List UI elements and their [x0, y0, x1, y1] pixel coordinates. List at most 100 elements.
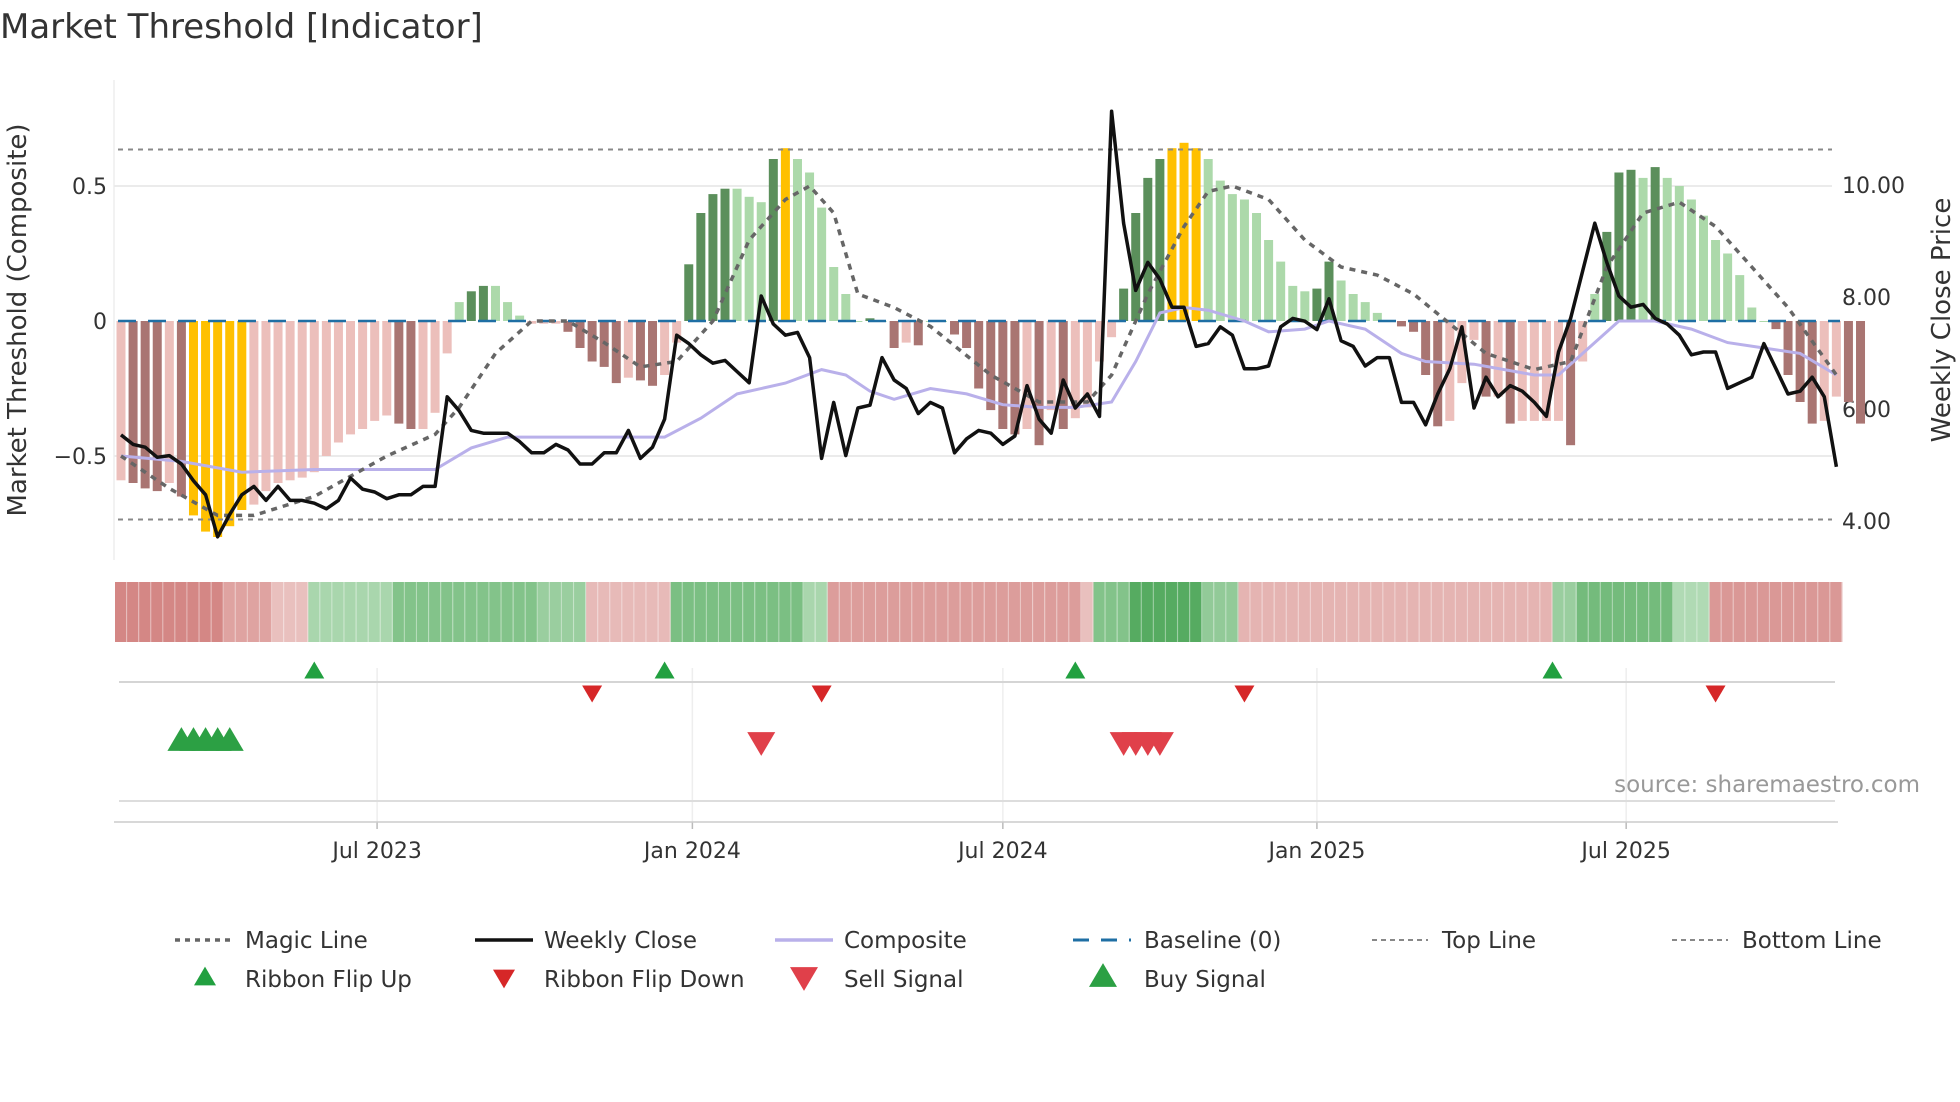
composite-bar	[974, 321, 984, 389]
ribbon-cell	[1745, 582, 1758, 642]
legend-label-top-line: Top Line	[1441, 928, 1536, 954]
composite-bar	[1107, 321, 1117, 338]
composite-bar	[623, 321, 633, 378]
composite-bar	[333, 321, 343, 443]
composite-bar	[1167, 148, 1177, 321]
legend-label-weekly-close: Weekly Close	[544, 928, 697, 954]
ribbon-cell	[272, 582, 285, 642]
ribbon-cell	[900, 582, 913, 642]
source-credit: source: sharemaestro.com	[1614, 772, 1920, 798]
ribbon-cell	[791, 582, 804, 642]
ytick-label: 0	[93, 310, 107, 335]
composite-bar	[370, 321, 380, 421]
ribbon-cell	[1069, 582, 1082, 642]
ribbon-cell	[743, 582, 756, 642]
ytick-label: −0.5	[54, 445, 107, 470]
xtick-label: Jan 2024	[642, 839, 741, 864]
composite-bar	[817, 207, 827, 321]
composite-bar	[152, 321, 162, 492]
composite-bar	[358, 321, 368, 429]
ribbon-cell	[211, 582, 224, 642]
ribbon-cell	[803, 582, 816, 642]
composite-bar	[684, 264, 694, 321]
composite-bar	[1227, 194, 1237, 321]
ribbon-cell	[851, 582, 864, 642]
ribbon-cell	[139, 582, 152, 642]
ribbon-cell	[1323, 582, 1336, 642]
ribbon-cell	[1455, 582, 1468, 642]
composite-bar	[140, 321, 150, 489]
composite-bar	[1626, 169, 1636, 321]
composite-bar	[962, 321, 972, 348]
ribbon-cell	[1733, 582, 1746, 642]
ribbon-cell	[1178, 582, 1191, 642]
ribbon-cell	[598, 582, 611, 642]
ribbon-cell	[1649, 582, 1662, 642]
composite-bar	[1686, 199, 1696, 321]
composite-bar	[587, 321, 597, 362]
composite-bar	[1058, 321, 1068, 429]
ribbon-cell	[1564, 582, 1577, 642]
ribbon-cell	[320, 582, 333, 642]
ribbon-cell	[706, 582, 720, 642]
market-threshold-chart: Market Threshold [Indicator] Market Thre…	[0, 7, 1957, 993]
composite-bar	[648, 321, 658, 386]
composite-bar	[261, 321, 271, 492]
ribbon-cell	[1709, 582, 1722, 642]
ribbon-cell	[1637, 582, 1650, 642]
composite-bar	[1843, 321, 1853, 402]
ribbon-cell	[1057, 582, 1070, 642]
ribbon-cell	[1407, 582, 1420, 642]
composite-bar	[237, 321, 247, 510]
composite-bar	[1433, 321, 1443, 427]
legend-label-magic-line: Magic Line	[245, 928, 368, 954]
composite-bar	[1191, 148, 1201, 321]
ribbon-flip-up-marker	[654, 661, 675, 679]
ribbon-cell	[453, 582, 466, 642]
composite-bar	[285, 321, 295, 481]
legend-buy-signal-icon	[1089, 963, 1117, 987]
ribbon-cell	[682, 582, 695, 642]
ribbon-cell	[960, 582, 973, 642]
ribbon-cell	[1310, 582, 1324, 642]
y2tick-label: 4.00	[1842, 510, 1891, 535]
composite-bar	[1119, 288, 1129, 321]
ribbon-cell	[972, 582, 985, 642]
composite-bar	[454, 302, 464, 321]
composite-bar	[1723, 253, 1733, 321]
composite-bar	[1493, 321, 1503, 397]
composite-bar	[442, 321, 452, 354]
y2tick-label: 8.00	[1842, 286, 1891, 311]
xtick-label: Jul 2025	[1579, 839, 1671, 864]
composite-bar	[1264, 240, 1274, 321]
ribbon-cell	[755, 582, 768, 642]
ribbon-cell	[1226, 582, 1239, 642]
composite-bar	[901, 321, 911, 343]
ribbon-cell	[984, 582, 997, 642]
composite-bar	[1638, 177, 1648, 321]
ribbon-cell	[1274, 582, 1287, 642]
composite-bar	[1409, 321, 1419, 332]
composite-bar	[1807, 321, 1817, 424]
composite-bar	[394, 321, 404, 424]
composite-bar	[1215, 180, 1225, 321]
composite-bar	[1711, 240, 1721, 321]
ribbon-cell	[417, 582, 430, 642]
ribbon-flip-down-marker	[582, 685, 603, 703]
ribbon-cell	[235, 582, 248, 642]
composite-bar	[1747, 307, 1757, 321]
ribbon-flip-up-marker	[1542, 661, 1563, 679]
ribbon-flip-down-marker	[1234, 685, 1255, 703]
composite-bar	[950, 321, 960, 335]
composite-bar	[297, 321, 307, 478]
sell-signal-marker	[747, 732, 776, 756]
ribbon-cell	[127, 582, 140, 642]
ribbon-cell	[259, 582, 273, 642]
right-axis-label: Weekly Close Price	[1927, 198, 1957, 443]
composite-bar	[1336, 280, 1346, 321]
ribbon-cell	[1250, 582, 1263, 642]
ribbon-cell	[1202, 582, 1215, 642]
ribbon-cell	[839, 582, 852, 642]
ribbon-cell	[610, 582, 623, 642]
ribbon-cell	[1129, 582, 1142, 642]
